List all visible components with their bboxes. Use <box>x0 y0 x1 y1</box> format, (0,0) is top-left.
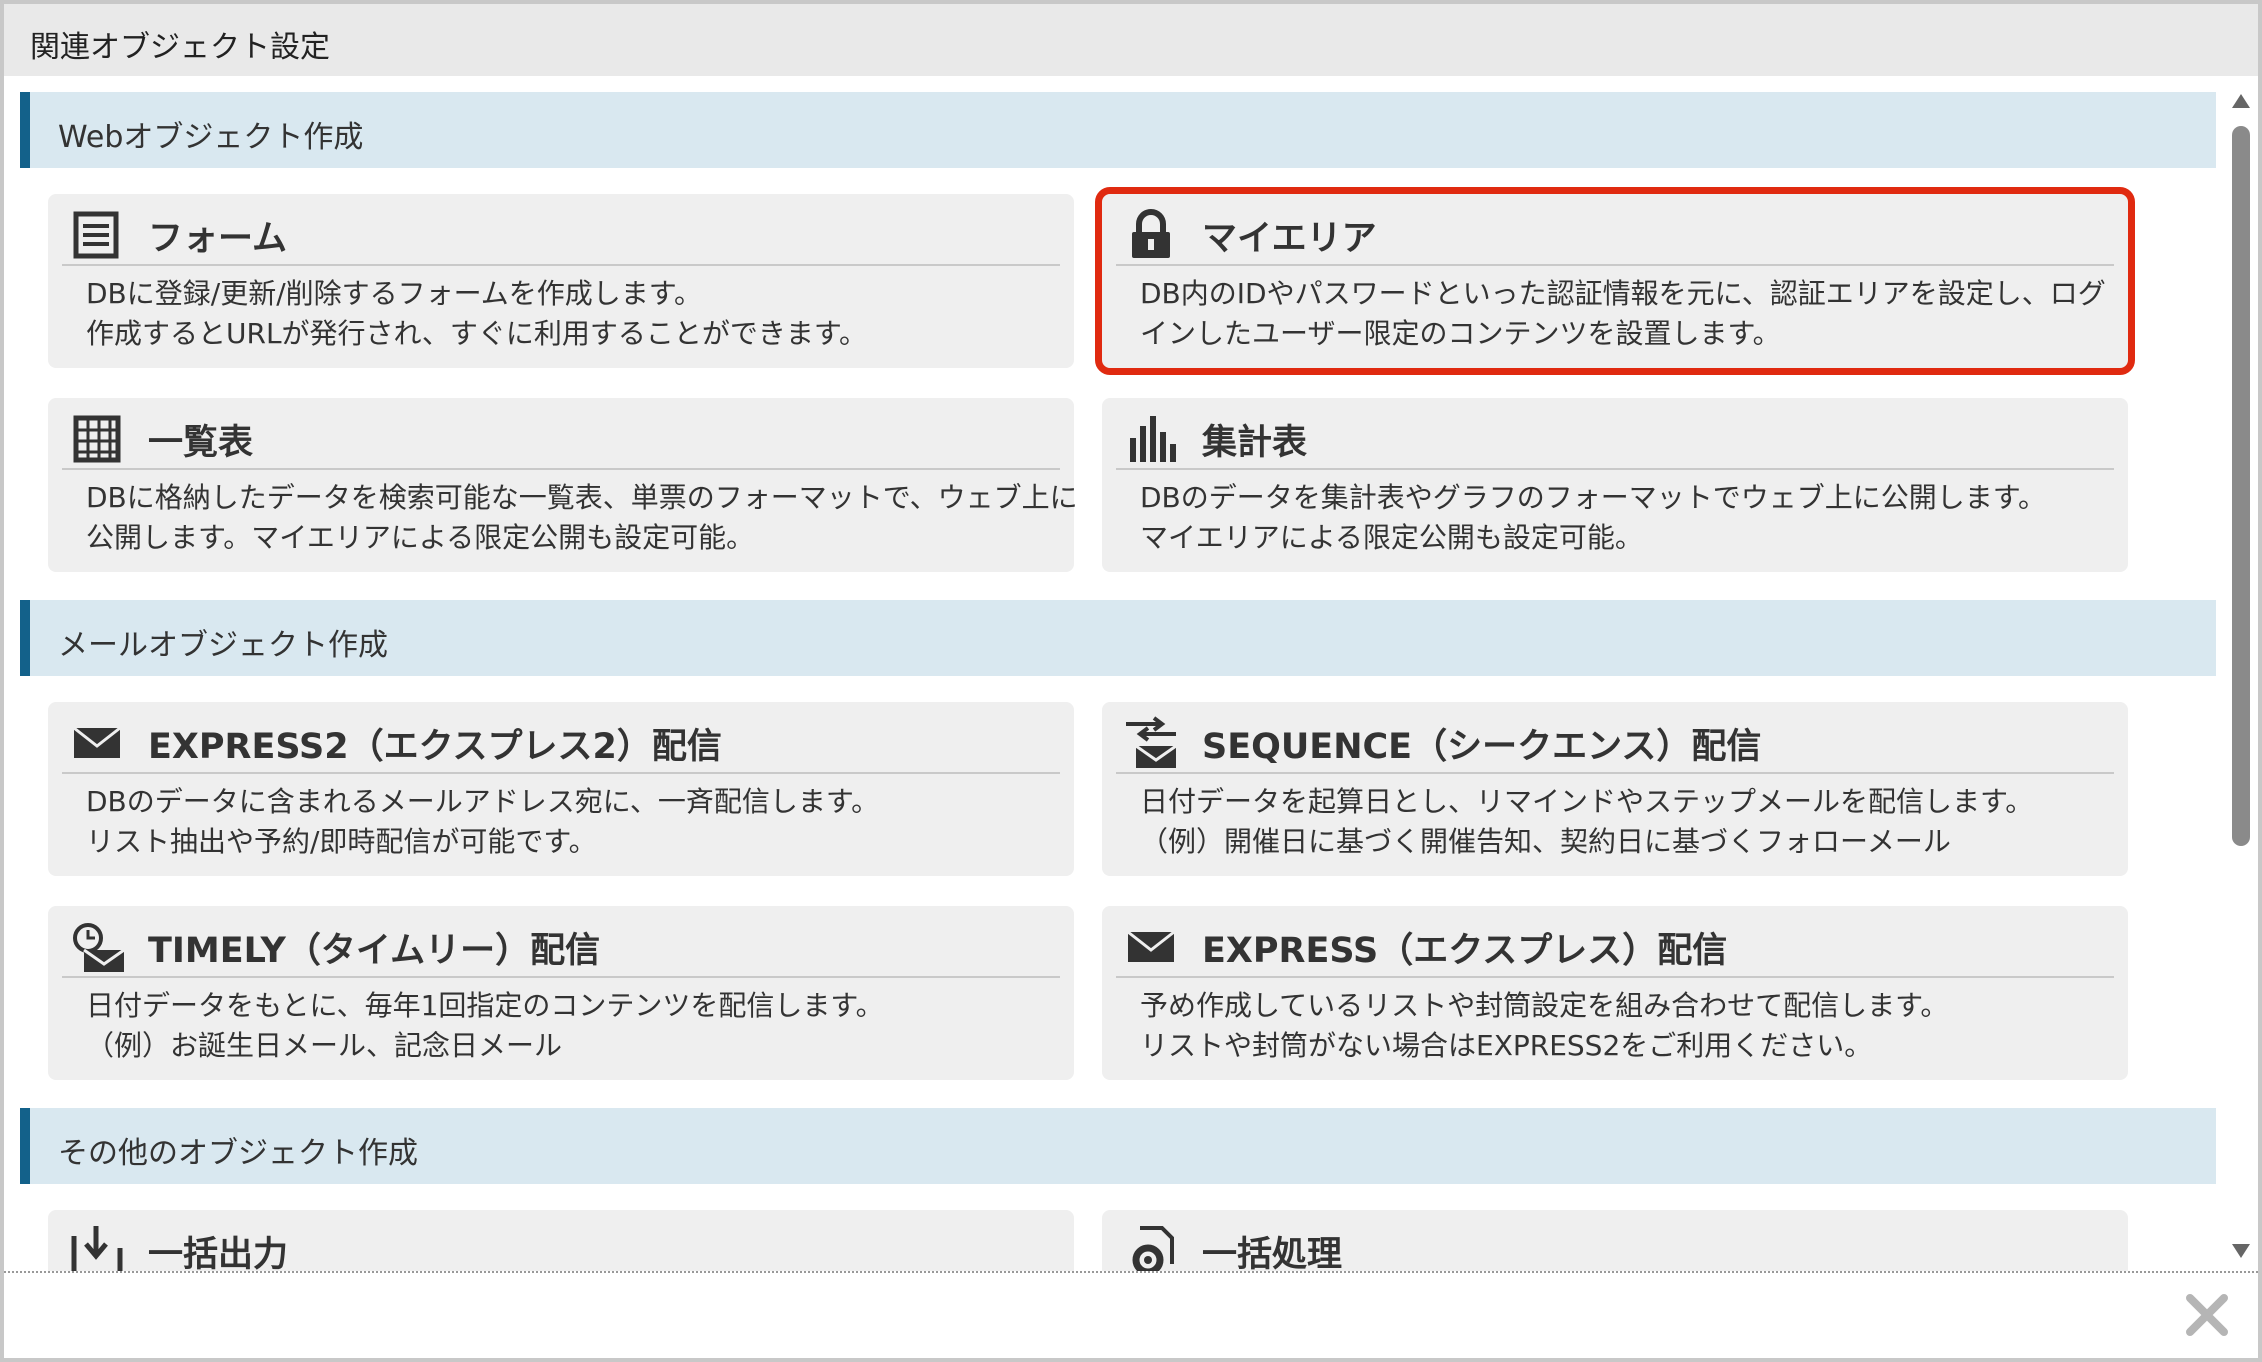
card-title: 一覧表 <box>148 423 254 463</box>
grid-table-icon <box>70 412 124 466</box>
dialog-footer <box>4 1271 2258 1358</box>
card-desc-line: 予め作成しているリストや封筒設定を組み合わせて配信します。 <box>1140 989 1949 1022</box>
card-express[interactable]: EXPRESS（エクスプレス）配信 予め作成しているリストや封筒設定を組み合わせ… <box>1102 906 2128 1080</box>
card-form[interactable]: フォーム DBに登録/更新/削除するフォームを作成します。 作成するとURLが発… <box>48 194 1074 368</box>
divider <box>62 976 1060 978</box>
clock-mail-icon <box>70 920 124 974</box>
card-desc-line: DB内のIDやパスワードといった認証情報を元に、認証エリアを設定し、ログ <box>1140 277 2106 310</box>
card-description: DBのデータを集計表やグラフのフォーマットでウェブ上に公開します。 マイエリアに… <box>1140 478 2114 558</box>
card-desc-line: 日付データをもとに、毎年1回指定のコンテンツを配信します。 <box>86 989 884 1022</box>
card-myarea[interactable]: マイエリア DB内のIDやパスワードといった認証情報を元に、認証エリアを設定し、… <box>1095 187 2135 375</box>
card-title: マイエリア <box>1202 219 1377 259</box>
section-header-web: Webオブジェクト作成 <box>20 92 2216 168</box>
divider <box>1116 772 2114 774</box>
card-title: EXPRESS（エクスプレス）配信 <box>1202 931 1728 971</box>
export-download-icon <box>70 1224 124 1271</box>
card-desc-line: 作成するとURLが発行され、すぐに利用することができます。 <box>86 317 868 350</box>
card-desc-line: マイエリアによる限定公開も設定可能。 <box>1140 521 1643 554</box>
card-description: DBに登録/更新/削除するフォームを作成します。 作成するとURLが発行され、す… <box>86 274 1060 354</box>
divider <box>1116 264 2114 266</box>
bar-chart-icon <box>1124 412 1178 466</box>
close-button[interactable] <box>2182 1290 2232 1340</box>
card-desc-line: DBに格納したデータを検索可能な一覧表、単票のフォーマットで、ウェブ上に <box>86 481 1078 514</box>
card-desc-line: 公開します。マイエリアによる限定公開も設定可能。 <box>86 521 755 554</box>
card-description: 予め作成しているリストや封筒設定を組み合わせて配信します。 リストや封筒がない場… <box>1140 986 2114 1066</box>
sequence-mail-icon <box>1124 716 1178 770</box>
card-desc-line: 日付データを起算日とし、リマインドやステップメールを配信します。 <box>1140 785 2034 818</box>
card-title: フォーム <box>148 219 287 259</box>
envelope-icon <box>70 716 124 770</box>
card-desc-line: インしたユーザー限定のコンテンツを設置します。 <box>1140 317 1781 350</box>
card-description: DBのデータに含まれるメールアドレス宛に、一斉配信します。 リスト抽出や予約/即… <box>86 782 1060 862</box>
card-title: 集計表 <box>1202 423 1308 463</box>
scroll-up-arrow-icon[interactable] <box>2232 94 2250 108</box>
dialog-titlebar[interactable]: 関連オブジェクト設定 <box>4 4 2258 76</box>
scroll-down-arrow-icon[interactable] <box>2232 1244 2250 1258</box>
divider <box>1116 468 2114 470</box>
card-desc-line: （例）お誕生日メール、記念日メール <box>86 1029 563 1062</box>
card-desc-line: リスト抽出や予約/即時配信が可能です。 <box>86 825 597 858</box>
card-description: 日付データを起算日とし、リマインドやステップメールを配信します。 （例）開催日に… <box>1140 782 2114 862</box>
card-summary[interactable]: 集計表 DBのデータを集計表やグラフのフォーマットでウェブ上に公開します。 マイ… <box>1102 398 2128 572</box>
section-header-other: その他のオブジェクト作成 <box>20 1108 2216 1184</box>
card-sequence[interactable]: SEQUENCE（シークエンス）配信 日付データを起算日とし、リマインドやステッ… <box>1102 702 2128 876</box>
card-desc-line: DBのデータを集計表やグラフのフォーマットでウェブ上に公開します。 <box>1140 481 2046 514</box>
card-title: TIMELY（タイムリー）配信 <box>148 931 601 971</box>
card-express2[interactable]: EXPRESS2（エクスプレス2）配信 DBのデータに含まれるメールアドレス宛に… <box>48 702 1074 876</box>
card-list[interactable]: 一覧表 DBに格納したデータを検索可能な一覧表、単票のフォーマットで、ウェブ上に… <box>48 398 1078 572</box>
vertical-scrollbar[interactable] <box>2228 84 2254 1264</box>
card-description: DBに格納したデータを検索可能な一覧表、単票のフォーマットで、ウェブ上に 公開し… <box>86 478 1078 558</box>
card-title: 一括出力 <box>148 1235 289 1271</box>
dialog-content: Webオブジェクト作成 フォーム DBに登録/更新/削除するフォームを作成します… <box>4 76 2230 1271</box>
scrollbar-thumb[interactable] <box>2232 126 2250 846</box>
card-desc-line: （例）開催日に基づく開催告知、契約日に基づくフォローメール <box>1140 825 1951 858</box>
card-description: 日付データをもとに、毎年1回指定のコンテンツを配信します。 （例）お誕生日メール… <box>86 986 1060 1066</box>
card-title: EXPRESS2（エクスプレス2）配信 <box>148 727 722 767</box>
card-title: SEQUENCE（シークエンス）配信 <box>1202 727 1762 767</box>
dialog-title: 関連オブジェクト設定 <box>30 30 330 65</box>
envelope-icon <box>1124 920 1178 974</box>
gear-doc-icon <box>1124 1224 1178 1271</box>
card-batch[interactable]: 一括処理 <box>1102 1210 2128 1271</box>
card-description: DB内のIDやパスワードといった認証情報を元に、認証エリアを設定し、ログ インし… <box>1140 274 2114 354</box>
card-desc-line: DBに登録/更新/削除するフォームを作成します。 <box>86 277 702 310</box>
section-header-label: メールオブジェクト作成 <box>58 628 388 663</box>
section-header-mail: メールオブジェクト作成 <box>20 600 2216 676</box>
card-export[interactable]: 一括出力 <box>48 1210 1074 1271</box>
card-title: 一括処理 <box>1202 1235 1343 1271</box>
divider <box>62 772 1060 774</box>
card-desc-line: DBのデータに含まれるメールアドレス宛に、一斉配信します。 <box>86 785 880 818</box>
card-timely[interactable]: TIMELY（タイムリー）配信 日付データをもとに、毎年1回指定のコンテンツを配… <box>48 906 1074 1080</box>
close-icon <box>2186 1294 2228 1336</box>
lock-icon <box>1124 208 1178 262</box>
divider <box>62 468 1060 470</box>
dialog: 関連オブジェクト設定 Webオブジェクト作成 フォーム DBに登録/更新/削除す… <box>0 0 2262 1362</box>
divider <box>62 264 1060 266</box>
card-desc-line: リストや封筒がない場合はEXPRESS2をご利用ください。 <box>1140 1029 1873 1062</box>
section-header-label: Webオブジェクト作成 <box>58 120 364 155</box>
divider <box>1116 976 2114 978</box>
form-list-icon <box>70 208 124 262</box>
section-header-label: その他のオブジェクト作成 <box>58 1136 418 1171</box>
